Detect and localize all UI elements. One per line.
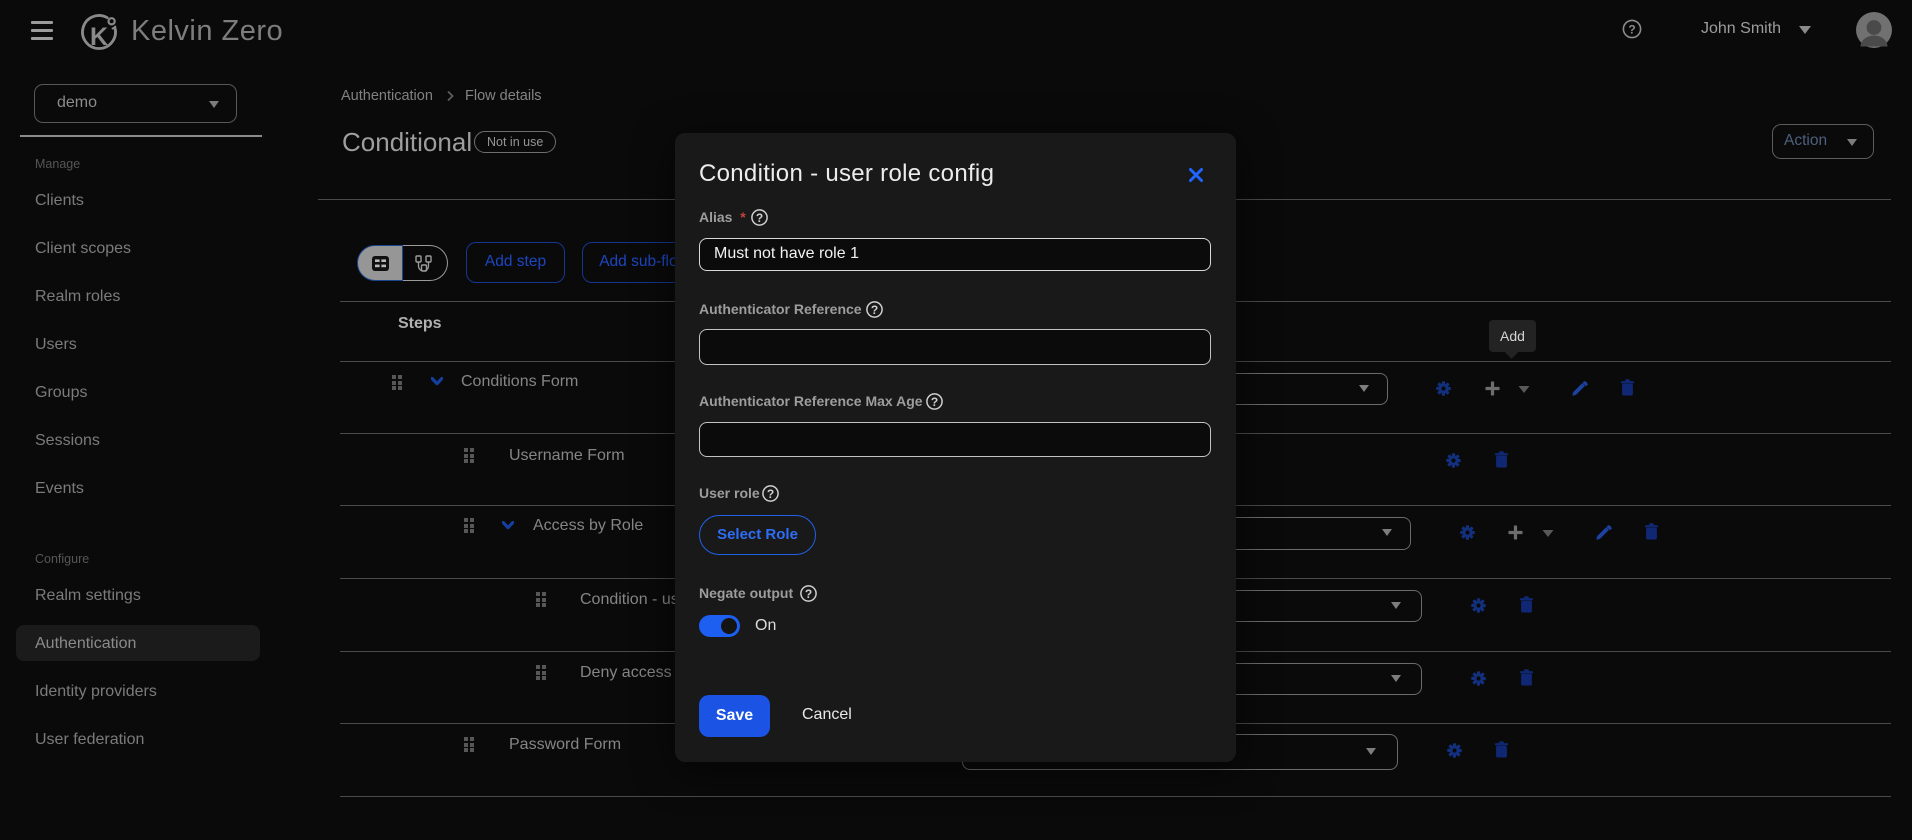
svg-text:?: ? [1628,22,1635,36]
svg-text:K: K [90,23,108,51]
